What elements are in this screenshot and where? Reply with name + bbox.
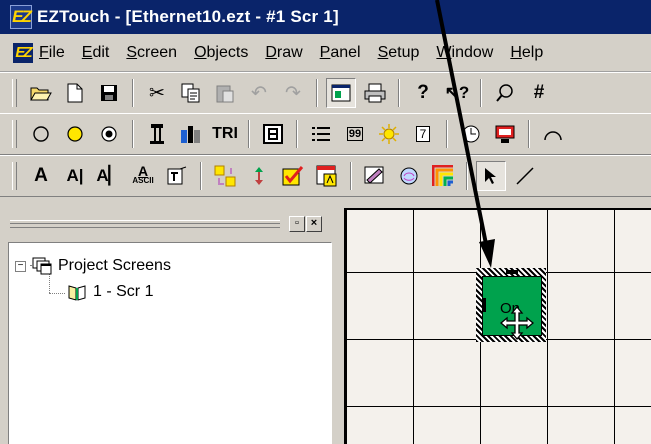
app-window: EZ EZTouch - [Ethernet10.ezt - #1 Scr 1]… — [0, 0, 651, 444]
annotation-arrow-icon — [435, 0, 495, 268]
